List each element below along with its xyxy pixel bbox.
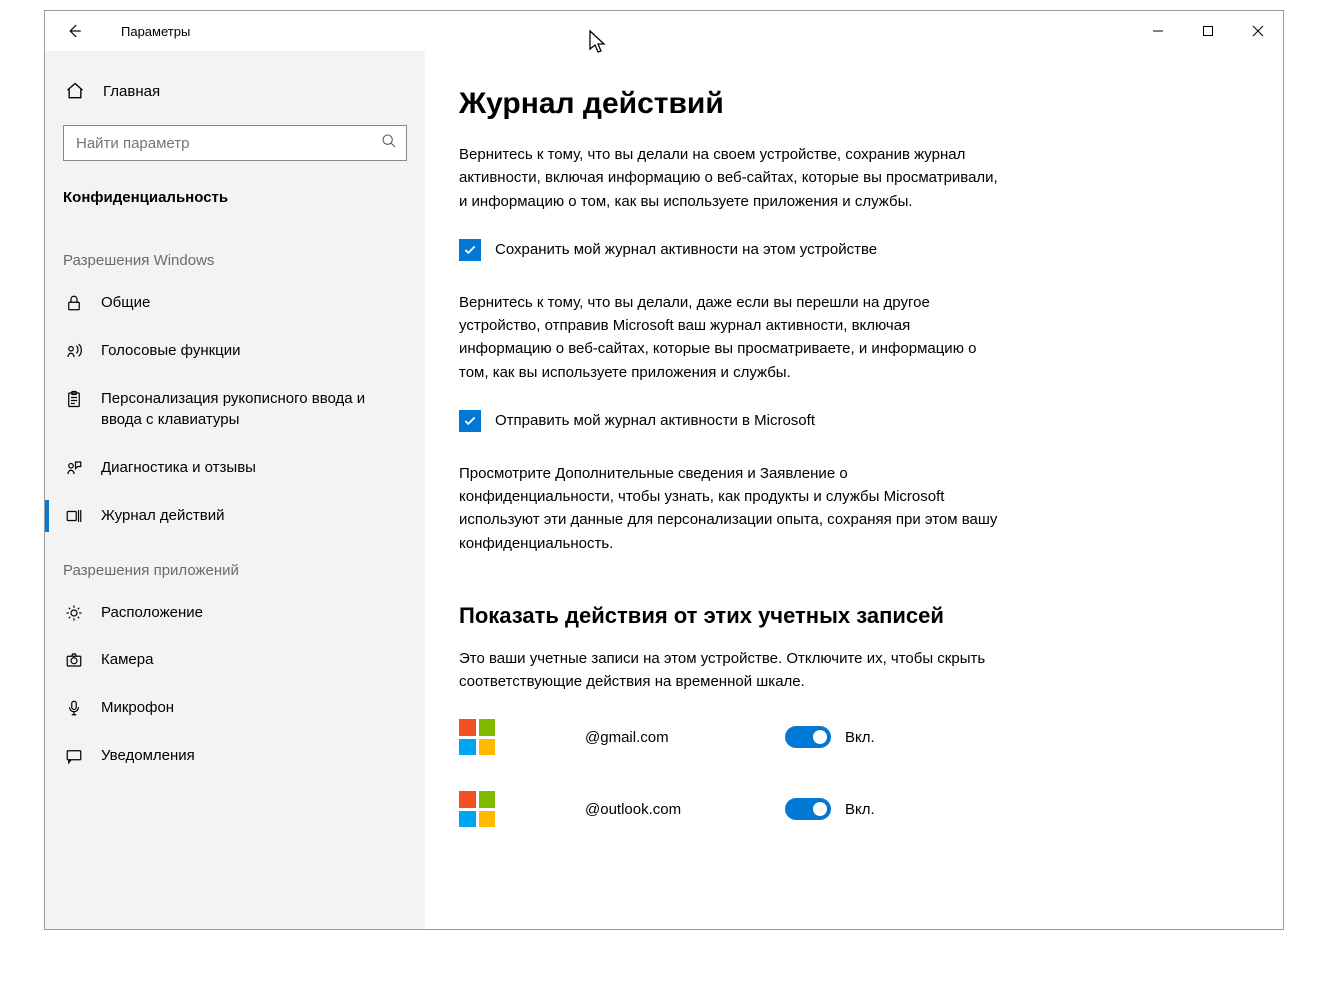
sidebar-item-microphone[interactable]: Микрофон [45,684,425,732]
microphone-icon [63,699,85,717]
sidebar-item-diagnostics[interactable]: Диагностика и отзывы [45,444,425,492]
window-title: Параметры [121,24,190,39]
account-toggle[interactable] [785,726,831,748]
search-wrap [63,125,407,161]
speech-icon [63,342,85,360]
sidebar-item-label: Камера [101,649,153,671]
toggle-state-label: Вкл. [845,801,875,818]
sidebar-section-windows: Разрешения Windows [45,230,425,279]
sidebar-item-label: Голосовые функции [101,340,241,362]
sidebar-item-label: Журнал действий [101,505,224,527]
sidebar-item-location[interactable]: Расположение [45,589,425,637]
window-controls [1133,11,1283,51]
camera-icon [63,651,85,669]
checkbox-icon [459,410,481,432]
sidebar-item-label: Расположение [101,602,203,624]
page-title: Журнал действий [459,87,1223,121]
intro-text-1: Вернитесь к тому, что вы делали на своем… [459,143,999,213]
account-email: @outlook.com [585,801,785,818]
maximize-icon [1202,25,1214,37]
sidebar-section-apps: Разрешения приложений [45,540,425,589]
timeline-icon [63,507,85,525]
sidebar-item-label: Диагностика и отзывы [101,457,256,479]
home-icon [63,81,87,101]
checkbox-icon [459,239,481,261]
notifications-icon [63,747,85,765]
content: Журнал действий Вернитесь к тому, что вы… [425,51,1283,929]
accounts-heading: Показать действия от этих учетных записе… [459,603,1223,629]
intro-text-2: Вернитесь к тому, что вы делали, даже ес… [459,291,999,384]
feedback-icon [63,459,85,477]
checkbox-send-microsoft[interactable]: Отправить мой журнал активности в Micros… [459,410,1223,432]
checkbox-label: Сохранить мой журнал активности на этом … [495,241,877,258]
sidebar-item-label: Общие [101,292,150,314]
sidebar-home[interactable]: Главная [45,71,425,111]
sidebar: Главная Конфиденциальность Разрешения Wi… [45,51,425,929]
lock-icon [63,294,85,312]
back-button[interactable] [59,22,89,40]
account-email: @gmail.com [585,729,785,746]
minimize-icon [1152,25,1164,37]
location-icon [63,604,85,622]
sidebar-home-label: Главная [103,83,160,100]
maximize-button[interactable] [1183,11,1233,51]
sidebar-item-activity-history[interactable]: Журнал действий [45,492,425,540]
microsoft-logo-icon [459,791,495,827]
sidebar-item-general[interactable]: Общие [45,279,425,327]
settings-window: Параметры Главная [44,10,1284,930]
sidebar-item-camera[interactable]: Камера [45,636,425,684]
minimize-button[interactable] [1133,11,1183,51]
account-row: @outlook.com Вкл. [459,791,1223,827]
titlebar: Параметры [45,11,1283,51]
account-row: @gmail.com Вкл. [459,719,1223,755]
account-toggle[interactable] [785,798,831,820]
sidebar-item-label: Персонализация рукописного ввода и ввода… [101,388,407,432]
accounts-intro: Это ваши учетные записи на этом устройст… [459,647,999,694]
toggle-state-label: Вкл. [845,729,875,746]
checkbox-label: Отправить мой журнал активности в Micros… [495,412,815,429]
checkbox-store-activity[interactable]: Сохранить мой журнал активности на этом … [459,239,1223,261]
sidebar-item-inking[interactable]: Персонализация рукописного ввода и ввода… [45,375,425,445]
search-input[interactable] [63,125,407,161]
sidebar-item-voice[interactable]: Голосовые функции [45,327,425,375]
sidebar-category: Конфиденциальность [45,179,425,230]
microsoft-logo-icon [459,719,495,755]
sidebar-item-notifications[interactable]: Уведомления [45,732,425,780]
sidebar-item-label: Уведомления [101,745,195,767]
arrow-left-icon [65,22,83,40]
close-icon [1252,25,1264,37]
clipboard-icon [63,390,85,408]
sidebar-item-label: Микрофон [101,697,174,719]
close-button[interactable] [1233,11,1283,51]
privacy-note: Просмотрите Дополнительные сведения и За… [459,462,999,555]
